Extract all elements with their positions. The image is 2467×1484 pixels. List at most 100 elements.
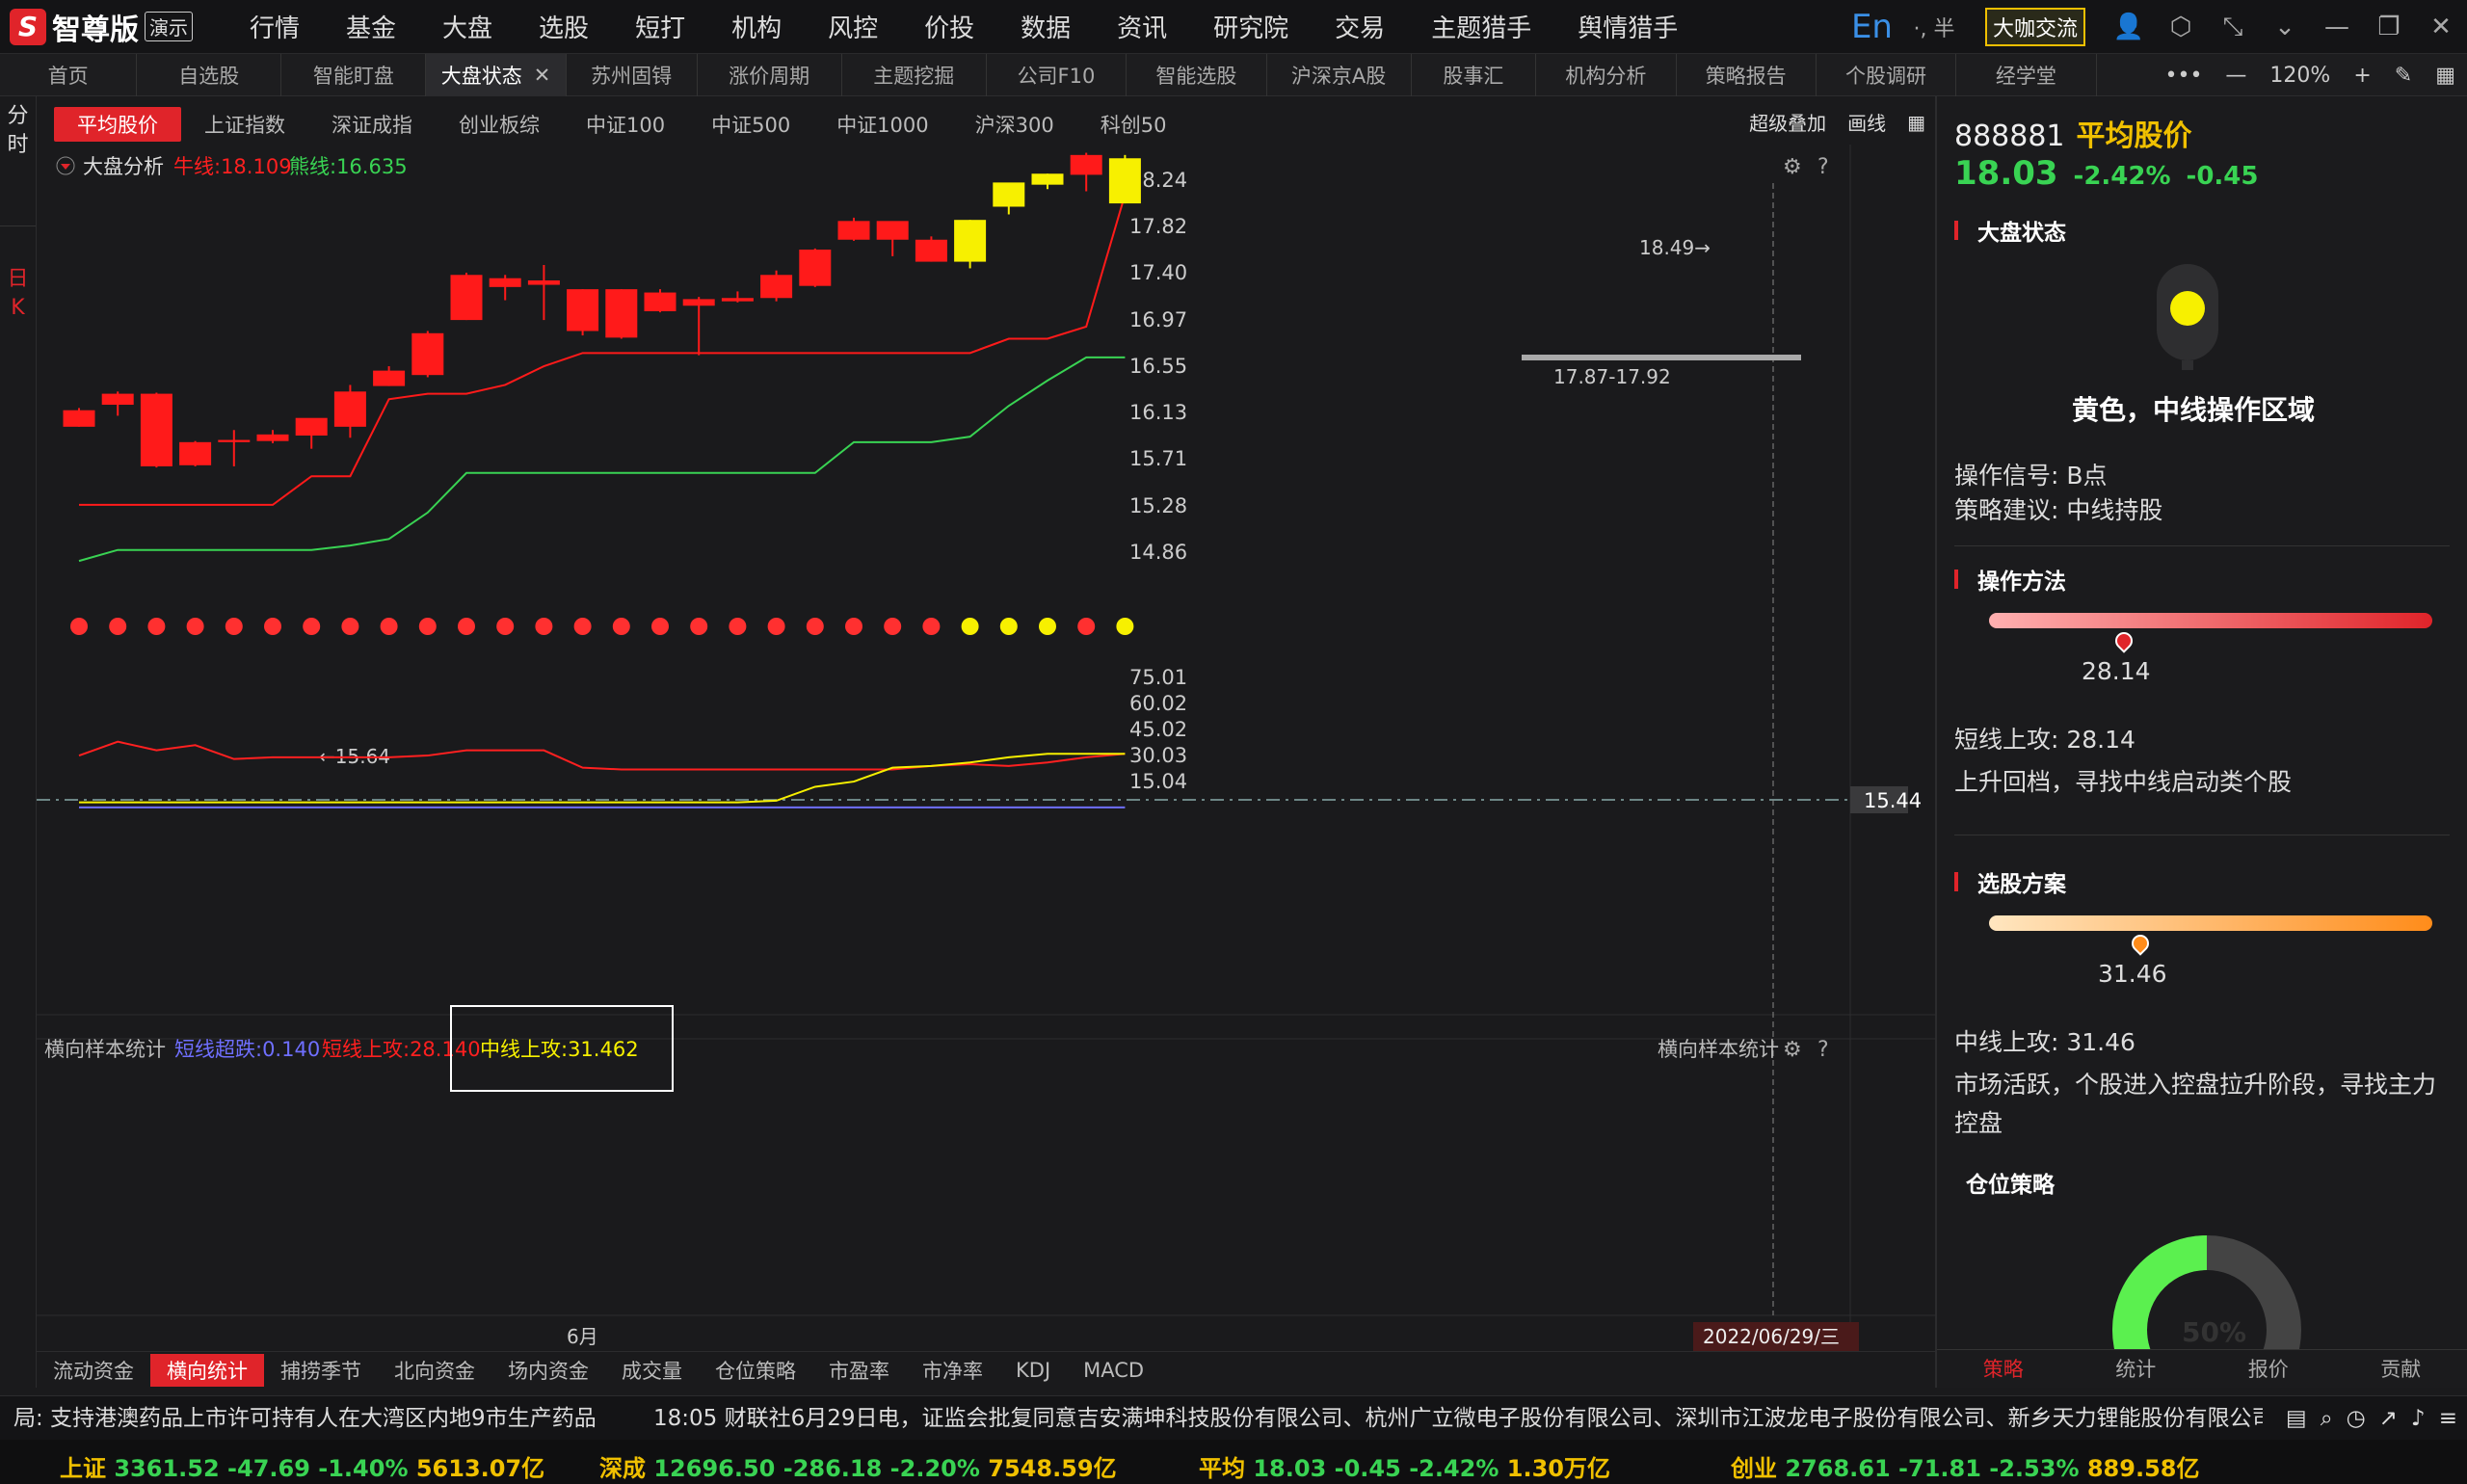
collapse-icon[interactable]: ⤡ (2207, 13, 2259, 42)
menu-item-6[interactable]: 风控 (805, 0, 901, 54)
overlay-button[interactable]: 超级叠加 (1749, 108, 1826, 136)
index-tab-1[interactable]: 上证指数 (181, 107, 308, 142)
menu-item-4[interactable]: 短打 (612, 0, 708, 54)
indicator-tab-0[interactable]: 流动资金 (37, 1354, 150, 1387)
input-mode-icon[interactable]: ·, 半 (1900, 12, 1968, 42)
candle-body[interactable] (876, 221, 909, 240)
indicator-tab-4[interactable]: 场内资金 (491, 1354, 605, 1387)
candle-body[interactable] (1108, 158, 1141, 204)
index-tab-7[interactable]: 沪深300 (952, 107, 1077, 142)
tab-14[interactable]: 经学堂 (1956, 53, 2097, 96)
menu-item-12[interactable]: 主题猎手 (1408, 0, 1554, 54)
candle-body[interactable] (644, 292, 676, 311)
indicator-tab-7[interactable]: 市盈率 (812, 1354, 906, 1387)
candle-body[interactable] (682, 299, 715, 306)
candle-body[interactable] (63, 410, 95, 427)
candle-body[interactable] (489, 278, 521, 287)
minimize-icon[interactable]: — (2311, 13, 2363, 41)
user-icon[interactable]: 👤 (2103, 13, 2155, 41)
candle-body[interactable] (915, 239, 947, 262)
status-average[interactable]: 平均 18.03 -0.45 -2.42% 1.30万亿 (1199, 1449, 1610, 1483)
expert-chat-button[interactable]: 大咖交流 (1984, 8, 2085, 46)
menu-item-2[interactable]: 大盘 (419, 0, 516, 54)
news-item-2[interactable]: 18:05 财联社6月29日电，证监会批复同意吉安满坤科技股份有限公司、杭州广立… (653, 1406, 2452, 1431)
candle-body[interactable] (333, 391, 366, 427)
language-en-button[interactable]: En (1851, 8, 1893, 46)
candle-body[interactable] (1031, 173, 1064, 185)
indicator-tab-2[interactable]: 捕捞季节 (264, 1354, 378, 1387)
tab-2[interactable]: 智能盯盘 (281, 53, 427, 96)
menu-item-8[interactable]: 数据 (997, 0, 1094, 54)
tab-8[interactable]: 智能选股 (1127, 53, 1267, 96)
candle-body[interactable] (837, 221, 870, 240)
candle-body[interactable] (411, 332, 444, 376)
trend-icon[interactable]: ↗ (2379, 1406, 2398, 1431)
search-icon[interactable]: ⌕ (2321, 1406, 2333, 1431)
more-icon[interactable]: ••• (2164, 64, 2202, 88)
news-item-1[interactable]: 局: 支持港澳药品上市许可持有人在大湾区内地9市生产药品 (13, 1406, 597, 1431)
index-tab-0[interactable]: 平均股价 (54, 107, 181, 142)
draw-line-button[interactable]: 画线 (1847, 108, 1886, 136)
close-icon[interactable]: ✕ (2415, 13, 2467, 41)
candle-body[interactable] (140, 393, 172, 466)
settings-icon[interactable]: ⬡ (2155, 13, 2207, 41)
zoom-out-icon[interactable]: — (2225, 64, 2246, 88)
sub-settings-icon[interactable]: ⚙ (1783, 1038, 1802, 1062)
grid-icon[interactable]: ▦ (2435, 64, 2455, 88)
candle-body[interactable] (295, 417, 328, 436)
indicator-tab-8[interactable]: 市净率 (906, 1354, 999, 1387)
index-tab-3[interactable]: 创业板综 (436, 107, 563, 142)
candle-body[interactable] (373, 370, 406, 386)
index-tab-4[interactable]: 中证100 (563, 107, 688, 142)
intraday-button[interactable]: 分时 (0, 102, 36, 160)
menu-item-11[interactable]: 交易 (1312, 0, 1408, 54)
clock-icon[interactable]: ◷ (2347, 1406, 2366, 1431)
zoom-in-icon[interactable]: + (2353, 64, 2371, 88)
tab-0[interactable]: 首页 (0, 53, 138, 96)
tab-9[interactable]: 沪深京A股 (1267, 53, 1412, 96)
index-tab-6[interactable]: 中证1000 (813, 107, 951, 142)
indicator-tab-5[interactable]: 成交量 (605, 1354, 699, 1387)
candle-body[interactable] (799, 250, 832, 286)
chart-settings-icon[interactable]: ⚙ (1783, 155, 1802, 179)
tab-11[interactable]: 机构分析 (1536, 53, 1677, 96)
candle-body[interactable] (179, 441, 212, 465)
index-tab-5[interactable]: 中证500 (688, 107, 813, 142)
daily-k-button[interactable]: 日K (0, 225, 36, 323)
sub-help-icon[interactable]: ? (1817, 1038, 1829, 1062)
panel-tab-2[interactable]: 报价 (2202, 1350, 2335, 1388)
panel-tab-1[interactable]: 统计 (2070, 1350, 2203, 1388)
dropdown-icon[interactable]: ⌄ (2259, 13, 2311, 41)
candle-body[interactable] (605, 289, 638, 338)
candle-body[interactable] (218, 439, 251, 442)
index-tab-8[interactable]: 科创50 (1077, 107, 1190, 142)
tab-7[interactable]: 公司F10 (987, 53, 1127, 96)
candle-body[interactable] (954, 220, 987, 262)
candle-body[interactable] (760, 275, 793, 299)
menu-item-1[interactable]: 基金 (323, 0, 419, 54)
candle-body[interactable] (527, 279, 560, 285)
menu-icon[interactable]: ≡ (2439, 1406, 2457, 1431)
candle-body[interactable] (567, 289, 599, 331)
menu-item-10[interactable]: 研究院 (1190, 0, 1312, 54)
tab-10[interactable]: 股事汇 (1412, 53, 1537, 96)
panel-tab-0[interactable]: 策略 (1937, 1350, 2070, 1388)
bell-icon[interactable]: ♪ (2411, 1406, 2426, 1431)
status-shanghai[interactable]: 上证 3361.52 -47.69 -1.40% 5613.07亿 (60, 1449, 544, 1483)
tab-5[interactable]: 涨价周期 (698, 53, 842, 96)
menu-item-3[interactable]: 选股 (516, 0, 612, 54)
tab-13[interactable]: 个股调研 (1817, 53, 1957, 96)
menu-item-13[interactable]: 舆情猎手 (1554, 0, 1701, 54)
menu-item-7[interactable]: 价投 (901, 0, 997, 54)
candle-body[interactable] (256, 434, 289, 441)
index-tab-2[interactable]: 深证成指 (308, 107, 436, 142)
indicator-tab-6[interactable]: 仓位策略 (699, 1354, 812, 1387)
indicator-tab-9[interactable]: KDJ (999, 1354, 1067, 1387)
menu-item-0[interactable]: 行情 (226, 0, 323, 54)
candle-body[interactable] (101, 393, 134, 406)
panel-tab-3[interactable]: 贡献 (2335, 1350, 2467, 1388)
indicator-tab-3[interactable]: 北向资金 (378, 1354, 491, 1387)
tab-3[interactable]: 大盘状态 ✕ (426, 53, 567, 96)
news-ticker[interactable]: 局: 支持港澳药品上市许可持有人在大湾区内地9市生产药品 18:05 财联社6月… (0, 1395, 2467, 1440)
menu-item-9[interactable]: 资讯 (1094, 0, 1190, 54)
